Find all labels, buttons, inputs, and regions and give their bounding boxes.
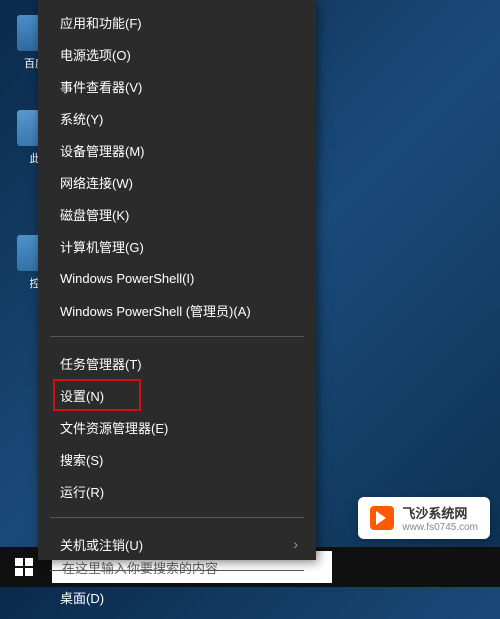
menu-item-disk-management[interactable]: 磁盘管理(K)	[38, 198, 316, 230]
menu-item-system[interactable]: 系统(Y)	[38, 102, 316, 134]
menu-label: Windows PowerShell(I)	[60, 271, 194, 286]
windows-logo-icon	[15, 558, 33, 576]
watermark-url: www.fs0745.com	[402, 522, 478, 533]
menu-item-settings[interactable]: 设置(N)	[53, 379, 141, 411]
menu-label: 桌面(D)	[60, 588, 104, 607]
menu-label: 关机或注销(U)	[60, 535, 143, 554]
menu-label: 应用和功能(F)	[60, 13, 142, 32]
menu-divider	[50, 336, 304, 337]
menu-label: 计算机管理(G)	[60, 237, 144, 256]
menu-item-computer-management[interactable]: 计算机管理(G)	[38, 230, 316, 262]
menu-label: 电源选项(O)	[60, 45, 131, 64]
menu-label: Windows PowerShell (管理员)(A)	[60, 301, 251, 320]
menu-item-event-viewer[interactable]: 事件查看器(V)	[38, 70, 316, 102]
menu-label: 网络连接(W)	[60, 173, 133, 192]
menu-item-shutdown[interactable]: 关机或注销(U) ›	[38, 528, 316, 560]
menu-item-desktop[interactable]: 桌面(D)	[38, 581, 316, 613]
menu-item-apps-features[interactable]: 应用和功能(F)	[38, 6, 316, 38]
menu-item-run[interactable]: 运行(R)	[38, 475, 316, 507]
menu-divider	[50, 517, 304, 518]
menu-item-task-manager[interactable]: 任务管理器(T)	[38, 347, 316, 379]
menu-item-power-options[interactable]: 电源选项(O)	[38, 38, 316, 70]
watermark: 飞沙系统网 www.fs0745.com	[358, 497, 490, 539]
menu-item-powershell-admin[interactable]: Windows PowerShell (管理员)(A)	[38, 294, 316, 326]
menu-label: 文件资源管理器(E)	[60, 418, 168, 437]
menu-label: 搜索(S)	[60, 450, 103, 469]
watermark-title: 飞沙系统网	[402, 503, 478, 522]
menu-divider	[50, 570, 304, 571]
watermark-play-icon	[370, 506, 394, 530]
menu-label: 设置(N)	[60, 386, 104, 405]
menu-label: 运行(R)	[60, 482, 104, 501]
menu-item-search[interactable]: 搜索(S)	[38, 443, 316, 475]
menu-item-file-explorer[interactable]: 文件资源管理器(E)	[38, 411, 316, 443]
winx-context-menu: 应用和功能(F) 电源选项(O) 事件查看器(V) 系统(Y) 设备管理器(M)…	[38, 0, 316, 560]
menu-label: 任务管理器(T)	[60, 354, 142, 373]
menu-item-device-manager[interactable]: 设备管理器(M)	[38, 134, 316, 166]
menu-item-network[interactable]: 网络连接(W)	[38, 166, 316, 198]
menu-item-powershell[interactable]: Windows PowerShell(I)	[38, 262, 316, 294]
menu-label: 设备管理器(M)	[60, 141, 145, 160]
menu-label: 事件查看器(V)	[60, 77, 142, 96]
menu-label: 磁盘管理(K)	[60, 205, 129, 224]
menu-label: 系统(Y)	[60, 109, 103, 128]
chevron-right-icon: ›	[293, 536, 298, 552]
